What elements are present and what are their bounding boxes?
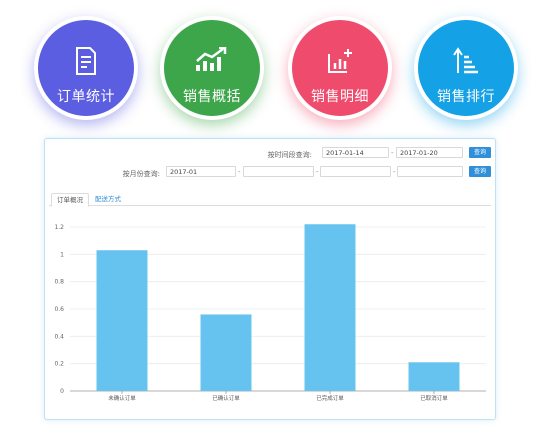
nav-sales-ranking-label: 销售排行 <box>437 89 495 105</box>
month-separator-1: - <box>238 168 241 176</box>
month-separator-3: - <box>393 168 396 176</box>
tab-divider <box>49 205 491 206</box>
nav-order-stats-label: 订单统计 <box>57 89 115 105</box>
date-from-input[interactable]: 2017-01-14 <box>322 147 389 158</box>
month-input-4[interactable] <box>397 166 463 177</box>
month-input-3[interactable] <box>320 166 391 177</box>
date-query-button[interactable]: 查询 <box>469 147 491 158</box>
month-input-1[interactable]: 2017-01 <box>166 166 236 177</box>
nav-order-stats[interactable]: 订单统计 <box>34 16 138 120</box>
document-icon <box>38 47 134 77</box>
tab-order-overview[interactable]: 订单概况 <box>51 193 89 207</box>
ranking-icon <box>418 47 514 77</box>
nav-sales-overview[interactable]: 销售概括 <box>160 16 264 120</box>
month-query-button[interactable]: 查询 <box>469 166 491 177</box>
trend-chart-icon <box>164 47 260 77</box>
nav-sales-detail-label: 销售明细 <box>311 89 369 105</box>
date-separator: - <box>391 149 394 157</box>
nav-sales-overview-label: 销售概括 <box>183 89 241 105</box>
nav-sales-detail[interactable]: 销售明细 <box>288 16 392 120</box>
bar-chart-icon <box>292 47 388 77</box>
stats-panel <box>44 138 496 420</box>
month-separator-2: - <box>316 168 319 176</box>
tab-delivery-method[interactable]: 配送方式 <box>90 193 126 205</box>
month-label: 按月份查询: <box>122 170 160 178</box>
month-input-2[interactable] <box>243 166 314 177</box>
nav-sales-ranking[interactable]: 销售排行 <box>414 16 518 120</box>
date-range-label: 按时间段查询: <box>267 151 312 159</box>
date-to-input[interactable]: 2017-01-20 <box>396 147 463 158</box>
